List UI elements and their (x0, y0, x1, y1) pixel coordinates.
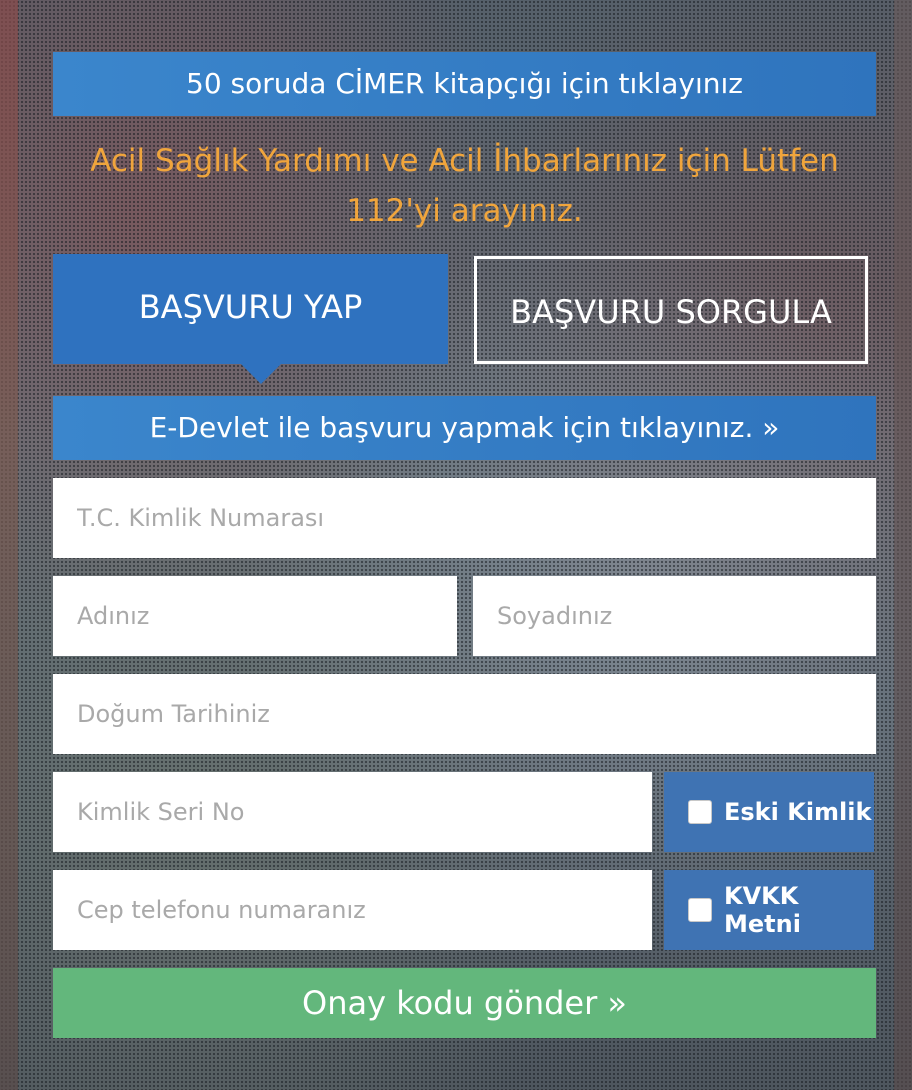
surname-input[interactable] (473, 576, 876, 656)
send-code-button[interactable]: Onay kodu gönder » (53, 968, 876, 1038)
serial-row: Eski Kimlik (53, 772, 876, 852)
tab-basvuru-yap[interactable]: BAŞVURU YAP (53, 254, 448, 384)
name-input[interactable] (53, 576, 457, 656)
kvkk-checkbox[interactable] (688, 898, 712, 922)
old-id-checkbox[interactable] (688, 800, 712, 824)
phone-input[interactable] (53, 870, 652, 950)
tc-row (53, 478, 876, 558)
tc-kimlik-input[interactable] (53, 478, 876, 558)
background-edge-left (0, 0, 18, 1090)
emergency-notice: Acil Sağlık Yardımı ve Acil İhbarlarınız… (90, 143, 839, 229)
old-id-checkbox-panel[interactable]: Eski Kimlik (664, 772, 874, 852)
application-panel: 50 soruda CİMER kitapçığı için tıklayını… (53, 52, 876, 1038)
kvkk-label: KVKK Metni (724, 882, 801, 938)
edevlet-link-button[interactable]: E-Devlet ile başvuru yapmak için tıklayı… (53, 396, 876, 460)
background-edge-right (894, 0, 912, 1090)
name-row (53, 576, 876, 656)
kvkk-checkbox-panel[interactable]: KVKK Metni (664, 870, 874, 950)
old-id-label: Eski Kimlik (724, 798, 872, 826)
birth-date-input[interactable] (53, 674, 876, 754)
phone-row: KVKK Metni (53, 870, 876, 950)
cimer-booklet-banner[interactable]: 50 soruda CİMER kitapçığı için tıklayını… (53, 52, 876, 116)
birth-row (53, 674, 876, 754)
tab-basvuru-sorgula[interactable]: BAŞVURU SORGULA (474, 256, 868, 364)
id-serial-input[interactable] (53, 772, 652, 852)
tab-bar: BAŞVURU YAP BAŞVURU SORGULA (53, 254, 876, 384)
